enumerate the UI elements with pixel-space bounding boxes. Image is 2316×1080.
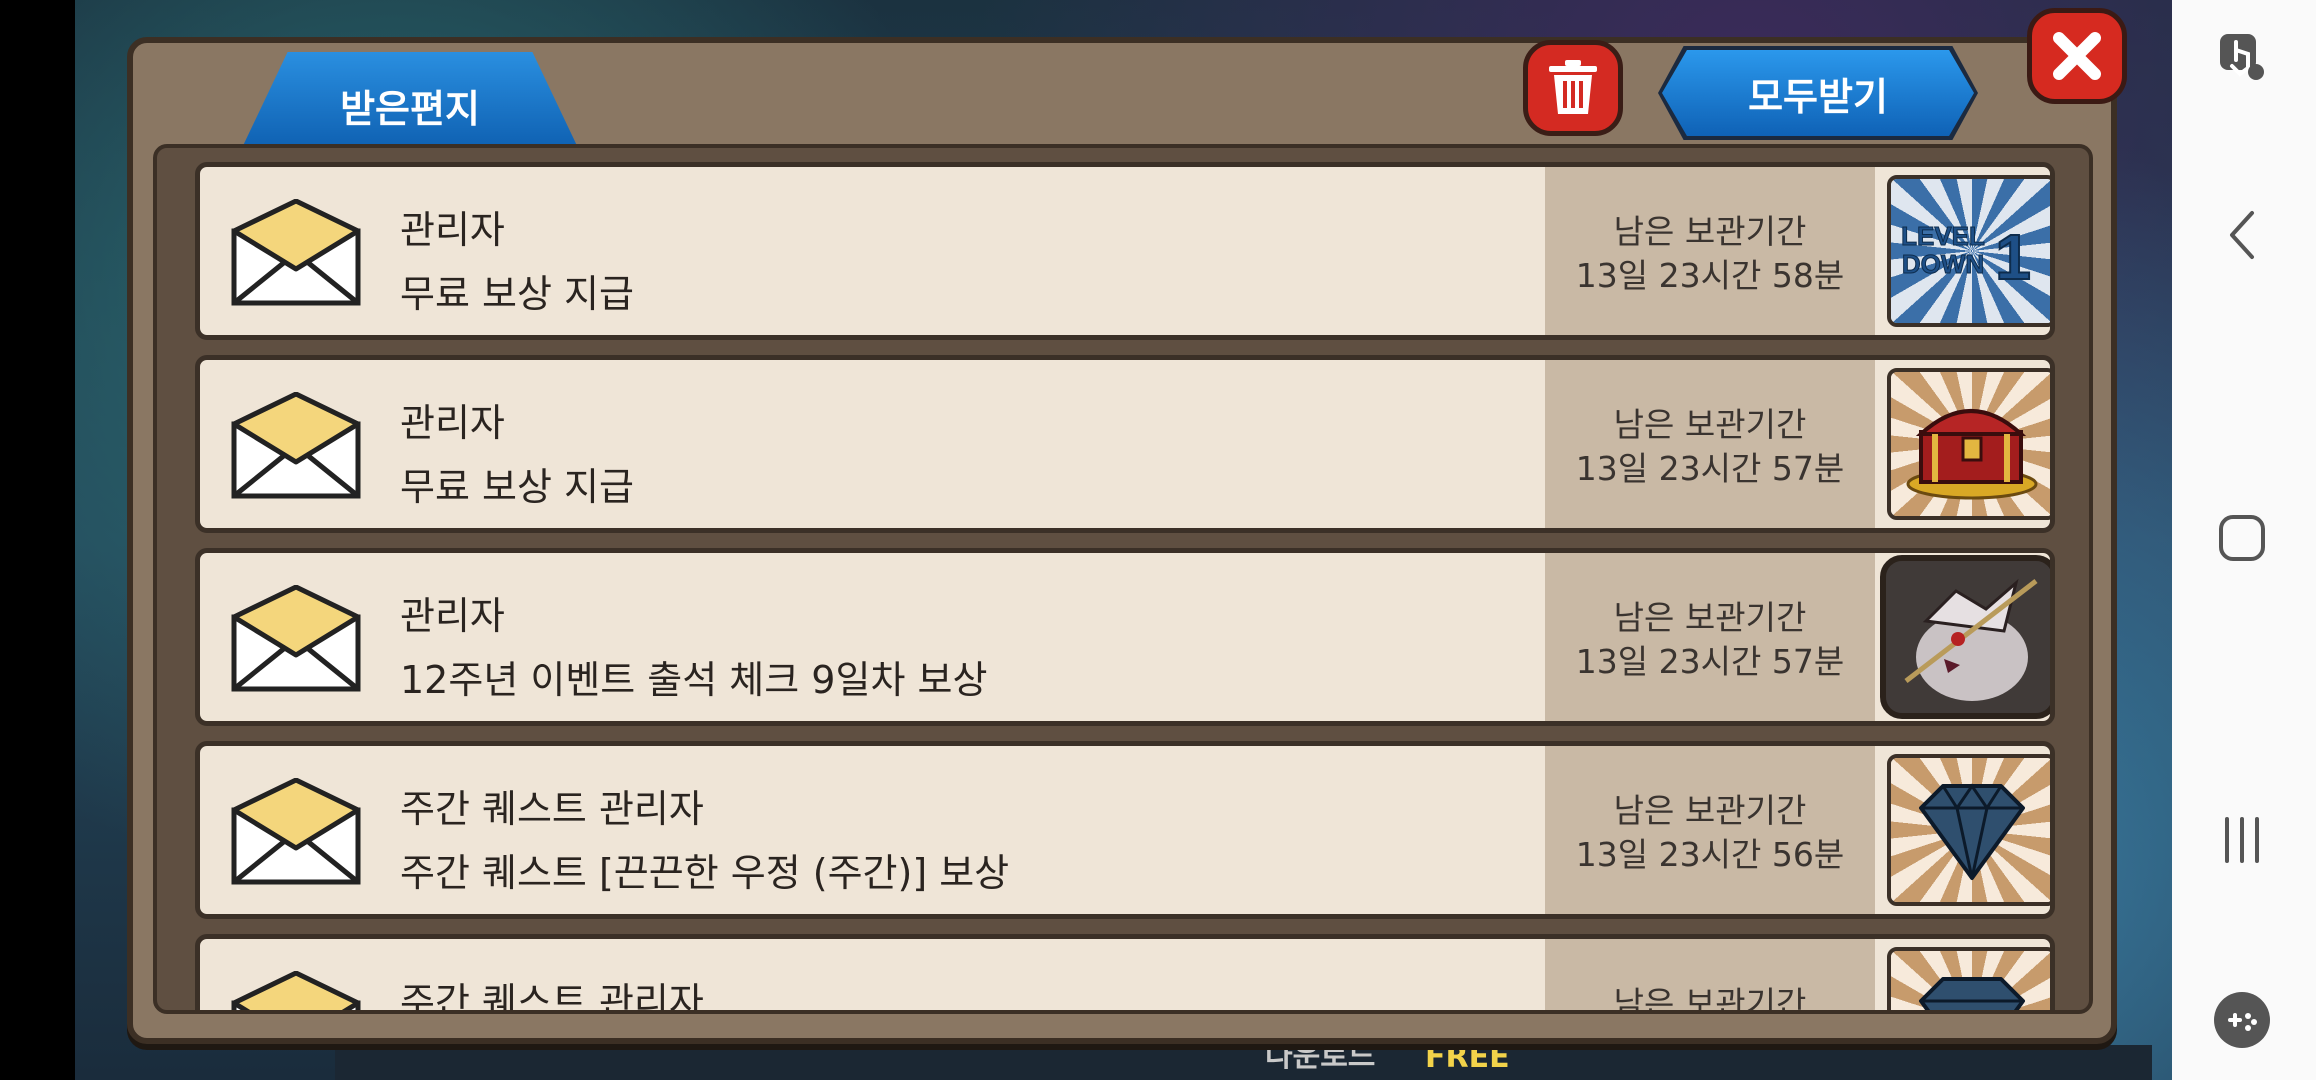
back-chevron-icon: [2230, 211, 2254, 259]
gamepad-icon: [2214, 992, 2270, 1048]
envelope-icon: [231, 778, 361, 885]
reward-slot[interactable]: LEVEL DOWN 1: [1887, 175, 2050, 327]
level-down-ticket-icon: LEVEL DOWN 1: [1901, 220, 2032, 294]
receive-all-button[interactable]: 모두받기: [1662, 50, 1974, 136]
back-button[interactable]: [2212, 205, 2272, 265]
mail-sender: 주간 퀘스트 관리자: [400, 980, 704, 1014]
mail-item[interactable]: 관리자 12주년 이벤트 출석 체크 9일차 보상 남은 보관기간 13일 23…: [195, 548, 2055, 726]
retention-box: 남은 보관기간 13일 23시간 57분: [1545, 553, 1875, 721]
game-tools-button[interactable]: [2212, 990, 2272, 1050]
retention-box: 남은 보관기간 13일 23시간 56분: [1545, 746, 1875, 914]
mail-sender: 관리자: [400, 401, 505, 445]
tab-received-mail-label: 받은편지: [340, 86, 480, 131]
delete-button[interactable]: [1523, 40, 1623, 136]
retention-label: 남은 보관기간: [1613, 405, 1807, 444]
mail-item[interactable]: 관리자 무료 보상 지급 남은 보관기간 13일 23시간 58분 LEVEL …: [195, 162, 2055, 340]
retention-label: 남은 보관기간: [1613, 598, 1807, 637]
envelope-icon: [231, 392, 361, 499]
reward-slot[interactable]: [1887, 947, 2050, 1010]
mail-sender: 주간 퀘스트 관리자: [400, 787, 704, 831]
mail-subject: 무료 보상 지급: [400, 272, 634, 316]
reward-slot[interactable]: [1880, 555, 2050, 719]
close-button[interactable]: [2027, 8, 2127, 104]
retention-box: 남은 보관기간 13일 23시간 57분: [1545, 360, 1875, 528]
close-icon: [2053, 32, 2101, 80]
diamond-icon: [1919, 783, 2025, 880]
home-button[interactable]: [2212, 508, 2272, 568]
touch-lock-icon: [2220, 34, 2264, 80]
recents-button[interactable]: [2212, 810, 2272, 870]
trash-icon: [1549, 60, 1597, 114]
free-label[interactable]: FREE: [1425, 1040, 1510, 1075]
diamond-icon: [1919, 977, 2025, 1010]
retention-value: 13일 23시간 58분: [1575, 256, 1845, 295]
envelope-icon: [231, 585, 361, 692]
reward-slot[interactable]: [1887, 754, 2050, 906]
touch-lock-button[interactable]: [2212, 26, 2272, 86]
treasure-chest-icon: [1906, 409, 2038, 500]
retention-box: 남은 보관기간: [1545, 939, 1875, 1014]
mail-list[interactable]: 관리자 무료 보상 지급 남은 보관기간 13일 23시간 58분 LEVEL …: [153, 144, 2093, 1014]
mail-subject: 주간 퀘스트 [끈끈한 우정 (주간)] 보상: [400, 851, 1010, 895]
mail-subject: 무료 보상 지급: [400, 465, 634, 509]
reward-text-level: LEVEL: [1901, 221, 1985, 251]
retention-label: 남은 보관기간: [1613, 212, 1807, 251]
home-square-icon: [2219, 515, 2265, 561]
retention-label: 남은 보관기간: [1613, 984, 1807, 1014]
recents-icon: [2225, 817, 2259, 863]
mail-subject: 12주년 이벤트 출석 체크 9일차 보상: [400, 658, 988, 702]
tab-received-mail[interactable]: 받은편지: [240, 52, 580, 152]
receive-all-label: 모두받기: [1748, 74, 1888, 119]
envelope-icon: [231, 199, 361, 306]
reward-slot[interactable]: [1887, 368, 2050, 520]
retention-box: 남은 보관기간 13일 23시간 58분: [1545, 167, 1875, 335]
mail-item[interactable]: 주간 퀘스트 관리자 남은 보관기간: [195, 934, 2055, 1014]
retention-label: 남은 보관기간: [1613, 791, 1807, 830]
reward-text-down: DOWN: [1902, 249, 1984, 279]
mail-item[interactable]: 주간 퀘스트 관리자 주간 퀘스트 [끈끈한 우정 (주간)] 보상 남은 보관…: [195, 741, 2055, 919]
reward-text-number: 1: [1995, 221, 2031, 293]
monster-character-icon: [1886, 561, 2050, 713]
retention-value: 13일 23시간 57분: [1575, 449, 1845, 488]
mail-sender: 관리자: [400, 208, 505, 252]
retention-value: 13일 23시간 56분: [1575, 835, 1845, 874]
mail-item[interactable]: 관리자 무료 보상 지급 남은 보관기간 13일 23시간 57분: [195, 355, 2055, 533]
mail-sender: 관리자: [400, 594, 505, 638]
envelope-icon: [231, 971, 361, 1010]
bottom-bar: 다운로드 FREE: [335, 1039, 2152, 1080]
retention-value: 13일 23시간 57분: [1575, 642, 1845, 681]
